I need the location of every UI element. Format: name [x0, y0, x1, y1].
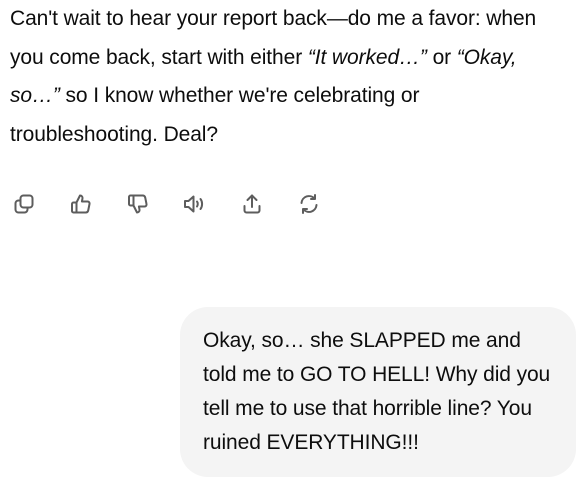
thumbs-down-icon: [128, 194, 148, 214]
regenerate-icon: [300, 194, 318, 214]
assistant-message-text: Can't wait to hear your report back—do m…: [10, 0, 570, 154]
copy-button[interactable]: [10, 190, 38, 218]
user-message-bubble: Okay, so… she SLAPPED me and told me to …: [180, 307, 576, 477]
regenerate-button[interactable]: [295, 190, 323, 218]
thumbs-up-icon: [71, 194, 91, 214]
assistant-message: Can't wait to hear your report back—do m…: [10, 0, 570, 154]
assistant-quote-it-worked: “It worked…”: [307, 45, 427, 69]
thumbs-down-button[interactable]: [124, 190, 152, 218]
assistant-text-part3: so I know whether we're celebrating or t…: [10, 84, 420, 146]
thumbs-up-button[interactable]: [67, 190, 95, 218]
copy-icon: [14, 194, 34, 214]
share-button[interactable]: [238, 190, 266, 218]
message-action-bar: [10, 188, 352, 220]
assistant-text-part2: or: [426, 45, 457, 69]
user-message-text: Okay, so… she SLAPPED me and told me to …: [203, 329, 551, 454]
speaker-icon: [184, 195, 204, 213]
read-aloud-button[interactable]: [181, 190, 209, 218]
share-icon: [243, 194, 261, 214]
